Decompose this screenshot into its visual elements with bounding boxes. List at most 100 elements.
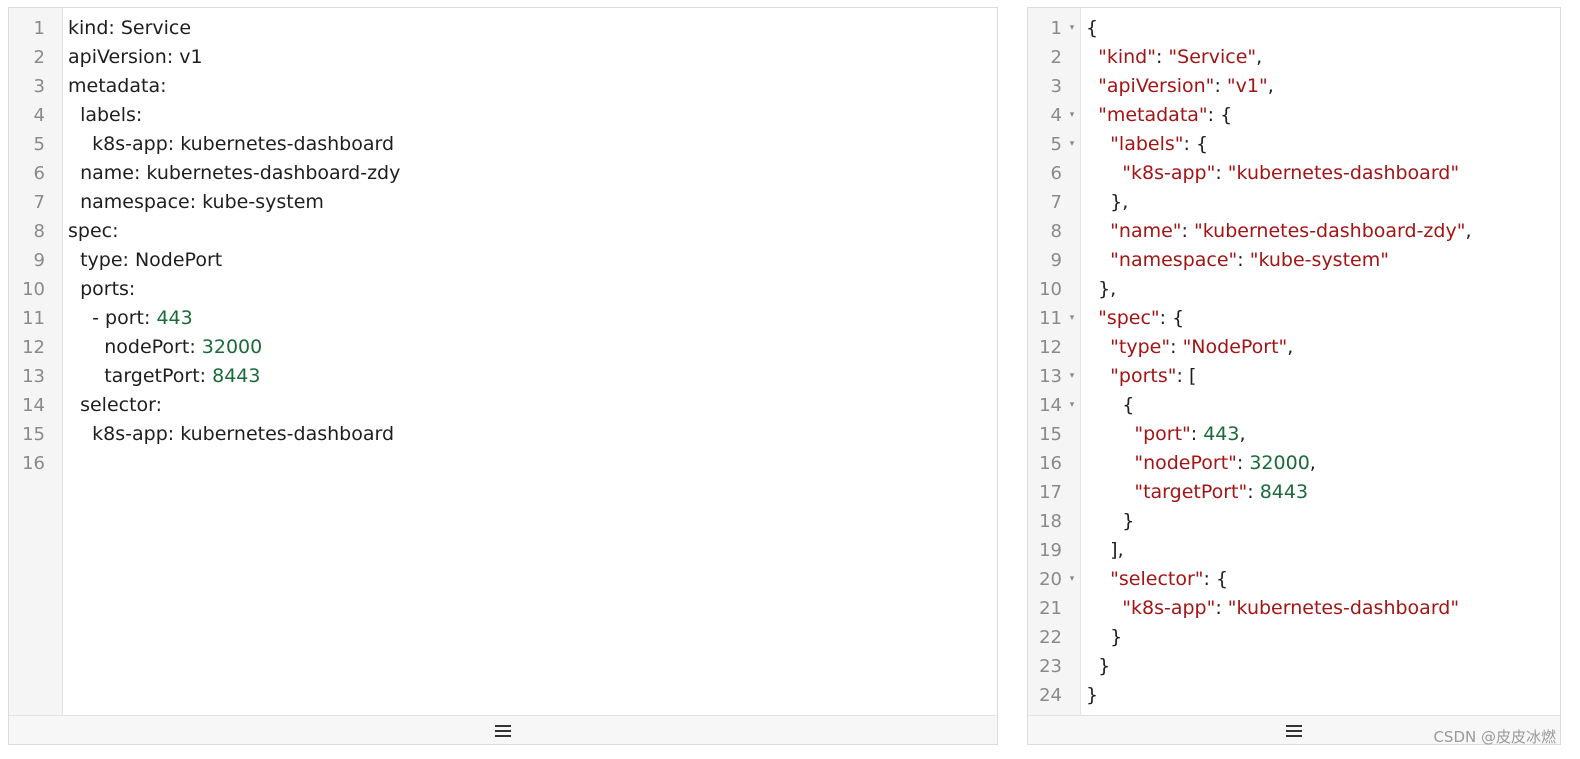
code-line[interactable]: 3 "apiVersion": "v1", <box>1028 72 1560 101</box>
fold-arrow-icon[interactable]: ▾ <box>1067 130 1077 159</box>
code-token: : { <box>1203 568 1229 590</box>
code-line[interactable]: 9 "namespace": "kube-system" <box>1028 246 1560 275</box>
fold-arrow-icon[interactable]: ▾ <box>1067 304 1077 333</box>
code-token: { <box>1086 17 1099 39</box>
yaml-code-lines[interactable]: 1 kind: Service 2 apiVersion: v1 3 metadata: 4… <box>9 14 997 478</box>
code-line[interactable]: 8 "name": "kubernetes-dashboard-zdy", <box>1028 217 1560 246</box>
line-number: 12 <box>1039 337 1062 358</box>
line-number: 14 <box>22 395 45 416</box>
code-token: : <box>1236 452 1250 474</box>
code-line[interactable]: 18 } <box>1028 507 1560 536</box>
fold-arrow-icon[interactable]: ▾ <box>1067 14 1077 43</box>
line-number: 13 <box>1039 366 1062 387</box>
json-code-lines[interactable]: 1 ▾{2 "kind": "Service", 3 "apiVersion": "… <box>1028 14 1560 710</box>
yaml-editor-panel[interactable]: 1 kind: Service 2 apiVersion: v1 3 metadata: 4… <box>8 7 998 745</box>
code-line[interactable]: 10 ports: <box>9 275 997 304</box>
code-text: "k8s-app": "kubernetes-dashboard" <box>1086 159 1459 188</box>
code-line[interactable]: 6 "k8s-app": "kubernetes-dashboard" <box>1028 159 1560 188</box>
code-token: "kubernetes-dashboard-zdy" <box>1194 220 1466 242</box>
code-line[interactable]: 8 spec: <box>9 217 997 246</box>
code-line[interactable]: 5 k8s-app: kubernetes-dashboard <box>9 130 997 159</box>
code-line[interactable]: 24} <box>1028 681 1560 710</box>
code-token: "apiVersion" <box>1098 75 1215 97</box>
code-line[interactable]: 11 - port: 443 <box>9 304 997 333</box>
code-line[interactable]: 17 "targetPort": 8443 <box>1028 478 1560 507</box>
code-token: apiVersion: v1 <box>68 46 203 68</box>
code-text: "spec": { <box>1086 304 1184 333</box>
code-line[interactable]: 22 } <box>1028 623 1560 652</box>
code-line[interactable]: 15 k8s-app: kubernetes-dashboard <box>9 420 997 449</box>
code-token: targetPort: <box>68 365 213 387</box>
fold-arrow-icon[interactable]: ▾ <box>1067 391 1077 420</box>
code-text: } <box>1086 681 1098 710</box>
code-token: "v1" <box>1226 75 1268 97</box>
code-line[interactable]: 13 ▾ "ports": [ <box>1028 362 1560 391</box>
code-token: : { <box>1183 133 1209 155</box>
json-editor-panel[interactable]: 1 ▾{2 "kind": "Service", 3 "apiVersion": "… <box>1027 7 1561 745</box>
code-token: "kubernetes-dashboard" <box>1227 597 1460 619</box>
code-token: , <box>1267 75 1274 97</box>
line-number: 2 <box>1050 47 1062 68</box>
line-number: 11 <box>22 308 45 329</box>
code-token: k8s-app: kubernetes-dashboard <box>68 423 395 445</box>
code-line[interactable]: 7 }, <box>1028 188 1560 217</box>
code-line[interactable]: 15 "port": 443, <box>1028 420 1560 449</box>
line-number: 9 <box>33 250 45 271</box>
code-line[interactable]: 4 labels: <box>9 101 997 130</box>
code-line[interactable]: 9 type: NodePort <box>9 246 997 275</box>
code-line[interactable]: 21 "k8s-app": "kubernetes-dashboard" <box>1028 594 1560 623</box>
menu-icon[interactable] <box>495 725 511 740</box>
code-token: : <box>1247 481 1260 503</box>
code-text: "type": "NodePort", <box>1086 333 1293 362</box>
code-line[interactable]: 13 targetPort: 8443 <box>9 362 997 391</box>
line-number: 9 <box>1050 250 1062 271</box>
code-line[interactable]: 6 name: kubernetes-dashboard-zdy <box>9 159 997 188</box>
code-line[interactable]: 2 apiVersion: v1 <box>9 43 997 72</box>
code-line[interactable]: 7 namespace: kube-system <box>9 188 997 217</box>
code-line[interactable]: 12 "type": "NodePort", <box>1028 333 1560 362</box>
code-line[interactable]: 14 ▾ { <box>1028 391 1560 420</box>
code-token: , <box>1256 46 1263 68</box>
code-line[interactable]: 1 kind: Service <box>9 14 997 43</box>
line-number: 17 <box>1039 482 1062 503</box>
code-line[interactable]: 16 "nodePort": 32000, <box>1028 449 1560 478</box>
code-text: "apiVersion": "v1", <box>1086 72 1274 101</box>
code-line[interactable]: 19 ], <box>1028 536 1560 565</box>
code-line[interactable]: 5 ▾ "labels": { <box>1028 130 1560 159</box>
code-token: "port" <box>1134 423 1191 445</box>
code-line[interactable]: 11 ▾ "spec": { <box>1028 304 1560 333</box>
code-text: selector: <box>68 391 162 420</box>
code-line[interactable]: 12 nodePort: 32000 <box>9 333 997 362</box>
code-token: : { <box>1159 307 1185 329</box>
code-line[interactable]: 14 selector: <box>9 391 997 420</box>
code-line[interactable]: 2 "kind": "Service", <box>1028 43 1560 72</box>
code-token: "ports" <box>1110 365 1177 387</box>
code-line[interactable]: 3 metadata: <box>9 72 997 101</box>
code-line[interactable]: 1 ▾ { <box>1028 14 1560 43</box>
line-number: 12 <box>22 337 45 358</box>
code-text: "targetPort": 8443 <box>1086 478 1308 507</box>
line-number: 4 <box>1050 105 1062 126</box>
code-line[interactable]: 16 <box>9 449 997 478</box>
code-token: "labels" <box>1110 133 1184 155</box>
code-line[interactable]: 4 ▾ "metadata": { <box>1028 101 1560 130</box>
code-line[interactable]: 20 ▾ "selector": { <box>1028 565 1560 594</box>
fold-arrow-icon[interactable]: ▾ <box>1067 362 1077 391</box>
line-number: 13 <box>22 366 45 387</box>
code-line[interactable]: 23 } <box>1028 652 1560 681</box>
line-number: 6 <box>33 163 45 184</box>
code-token: "k8s-app" <box>1122 597 1216 619</box>
fold-arrow-icon[interactable]: ▾ <box>1067 565 1077 594</box>
menu-icon[interactable] <box>1286 725 1302 740</box>
code-token: , <box>1239 423 1246 445</box>
code-text: "metadata": { <box>1086 101 1232 130</box>
code-token: : { <box>1207 104 1233 126</box>
fold-arrow-icon[interactable]: ▾ <box>1067 101 1077 130</box>
code-text: apiVersion: v1 <box>68 43 203 72</box>
line-number: 10 <box>1039 279 1062 300</box>
code-line[interactable]: 10 }, <box>1028 275 1560 304</box>
